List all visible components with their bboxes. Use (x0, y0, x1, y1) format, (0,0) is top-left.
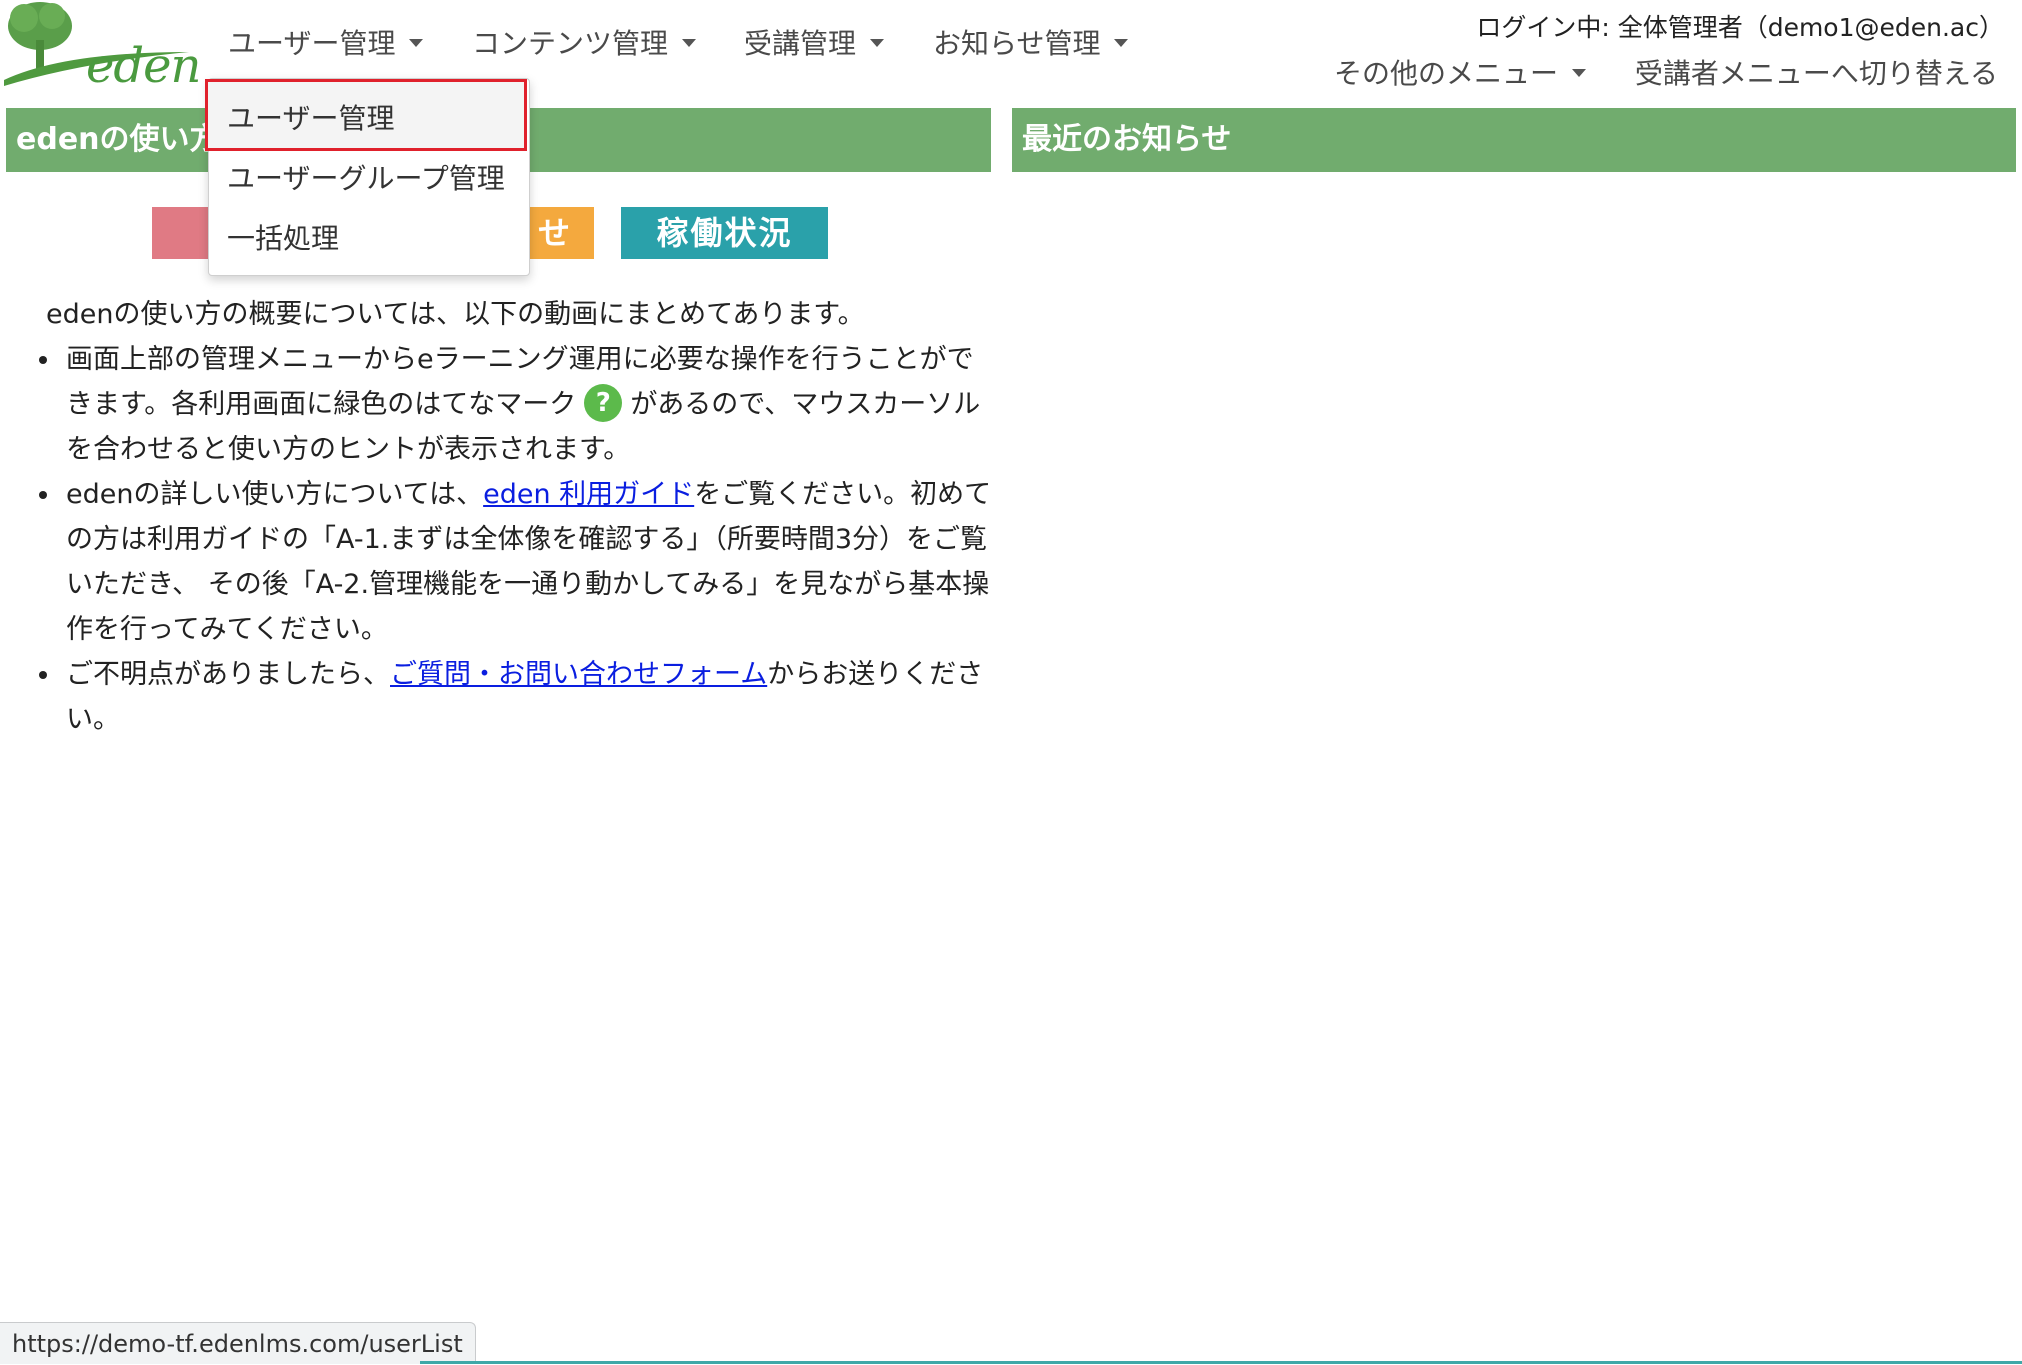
nav-notice-management[interactable]: お知らせ管理 (933, 22, 1129, 62)
nav-label: ユーザー管理 (228, 27, 396, 60)
usage-guide-link[interactable]: eden 利用ガイド (483, 479, 694, 510)
help-question-icon: ? (584, 383, 623, 422)
nav-content-management[interactable]: コンテンツ管理 (472, 22, 697, 62)
operation-status-button[interactable]: 稼働状況 (621, 207, 828, 259)
eden-logo[interactable]: eden (4, 0, 201, 94)
bullet-text: edenの詳しい使い方については、 (66, 479, 484, 510)
nav-label: 受講管理 (744, 27, 857, 60)
nav-label: その他のメニュー (1334, 57, 1559, 90)
user-management-dropdown: ユーザー管理 ユーザーグループ管理 一括処理 (205, 78, 530, 276)
usage-content: edenの使い方の概要については、以下の動画にまとめてあります。 画面上部の管理… (46, 292, 996, 742)
inquiry-form-link[interactable]: ご質問・お問い合わせフォーム (390, 659, 767, 690)
logo-text: eden (86, 38, 201, 94)
login-info: ログイン中: 全体管理者（demo1@eden.ac） (1476, 13, 2004, 42)
bullet-text: ご不明点がありましたら、 (66, 659, 390, 690)
dropdown-item-user-group-management[interactable]: ユーザーグループ管理 (227, 157, 505, 197)
list-item: 画面上部の管理メニューからeラーニング運用に必要な操作を行うことができます。各利… (62, 337, 996, 472)
caret-down-icon (409, 39, 424, 47)
caret-down-icon (1114, 39, 1129, 47)
nav-label: お知らせ管理 (933, 27, 1101, 60)
usage-list: 画面上部の管理メニューからeラーニング運用に必要な操作を行うことができます。各利… (46, 337, 996, 742)
nav-other-menu[interactable]: その他のメニュー (1334, 52, 1587, 92)
contact-button-label: せ (537, 214, 572, 252)
caret-down-icon (682, 39, 697, 47)
list-item: edenの詳しい使い方については、eden 利用ガイドをご覧ください。初めての方… (62, 472, 996, 652)
caret-down-icon (870, 39, 885, 47)
dropdown-item-batch-processing[interactable]: 一括処理 (227, 217, 339, 257)
browser-status-url: https://demo-tf.edenlms.com/userList (0, 1322, 476, 1364)
recent-notices-header: 最近のお知らせ (1012, 108, 2016, 172)
nav-user-management[interactable]: ユーザー管理 (228, 22, 424, 62)
switch-to-learner-menu-link[interactable]: 受講者メニューへ切り替える (1635, 52, 1998, 92)
list-item: ご不明点がありましたら、ご質問・お問い合わせフォームからお送りください。 (62, 652, 996, 742)
nav-label: コンテンツ管理 (472, 27, 669, 60)
dropdown-item-user-management[interactable]: ユーザー管理 (227, 97, 394, 137)
caret-down-icon (1572, 69, 1587, 77)
nav-course-management[interactable]: 受講管理 (744, 22, 885, 62)
intro-text: edenの使い方の概要については、以下の動画にまとめてあります。 (46, 299, 865, 330)
